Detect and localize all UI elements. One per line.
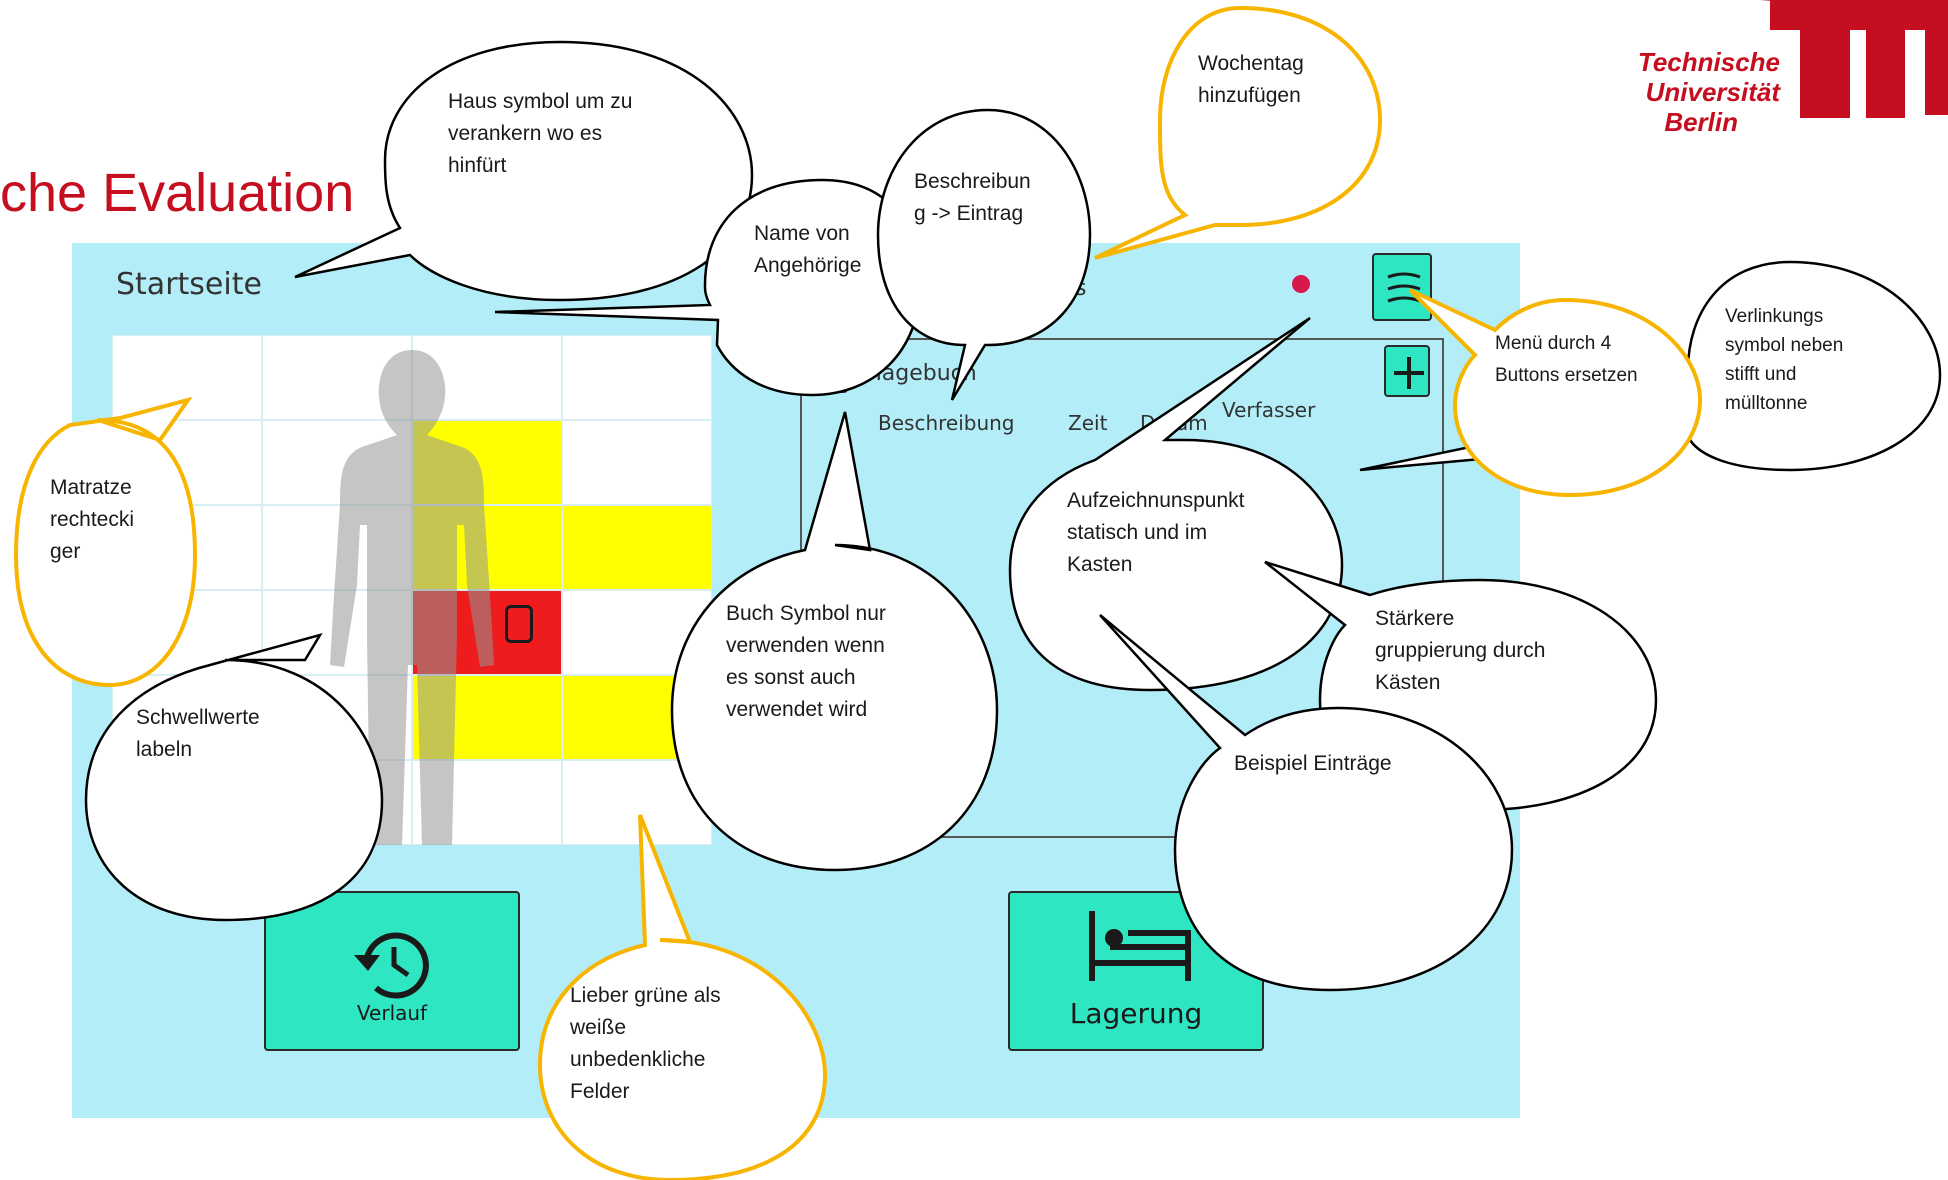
bubble-link-symbol-text: Verlinkungs symbol neben stifft und müll… [1725,306,1844,414]
bubble-menu-text: Menü durch 4 Buttons ersetzen [1495,333,1638,386]
bubble-example-entries-text: Beispiel Einträge [1234,752,1392,775]
bubble-mattress-text: Matratze rechtecki ger [50,476,135,563]
bubble-menu [1408,288,1703,498]
bubble-weekday [1094,5,1383,260]
bubble-description-text: Beschreibun g -> Eintrag [914,170,1031,225]
bubble-book-symbol-text: Buch Symbol nur verwenden wenn es sonst … [726,602,886,721]
bubble-green-fields-text: Lieber grüne als weiße unbedenkliche Fel… [570,984,721,1103]
bubble-weekday-text: Wochentag hinzufügen [1198,52,1304,107]
bubble-record-point-text: Aufzeichnunspunkt statisch und im Kasten [1067,489,1245,576]
bubble-thresholds-text: Schwellwerte labeln [136,706,260,761]
bubble-home-symbol-text: Haus symbol um zu verankern wo es hinfür… [448,90,633,177]
bubble-grouping-text: Stärkere gruppierung durch Kästen [1375,607,1546,694]
bubble-description [876,108,1092,401]
bubble-relative-name-text: Name von Angehörige [754,222,862,277]
